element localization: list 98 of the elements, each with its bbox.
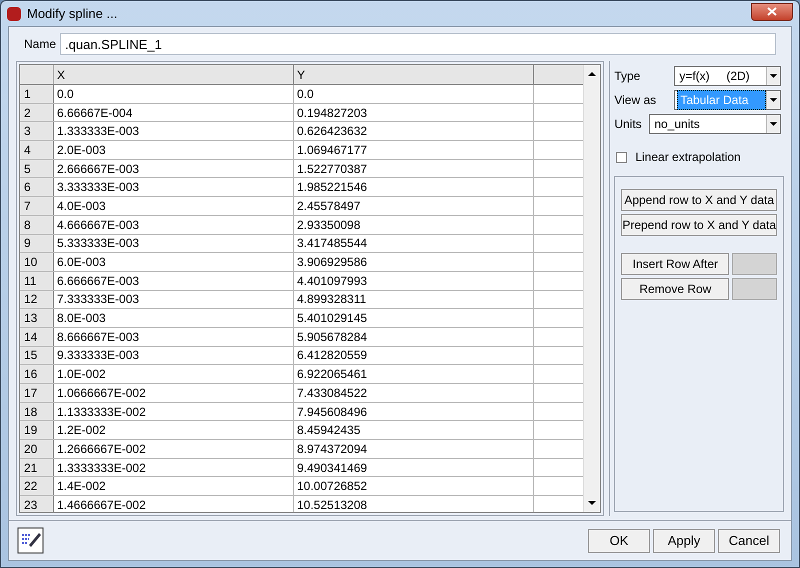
table-cell: 5.333333E-003	[54, 234, 294, 252]
row-number: 6	[20, 178, 54, 196]
caret-icon[interactable]	[766, 91, 780, 109]
table-cell: 6.66667E-004	[54, 104, 294, 122]
action-button[interactable]: Cancel	[718, 528, 780, 552]
table-cell: 7.333333E-003	[54, 290, 294, 308]
caret-icon[interactable]	[766, 115, 780, 133]
action-button[interactable]: Insert Row After	[621, 253, 730, 275]
row-number: 19	[20, 421, 54, 440]
table-cell: 1.4666667E-002	[54, 496, 294, 512]
action-button[interactable]: Append row to X and Y data	[621, 189, 777, 211]
table-cell: 2.0E-003	[54, 141, 294, 159]
row-number: 18	[20, 402, 54, 420]
row-number: 23	[20, 496, 54, 512]
dropdown[interactable]: no_units	[649, 114, 781, 134]
caret-icon[interactable]	[766, 67, 780, 85]
action-button[interactable]: Apply	[653, 528, 715, 552]
table-cell: 4.899328311	[294, 290, 534, 308]
table-cell: 8.0E-003	[54, 309, 294, 327]
checkbox[interactable]	[616, 152, 628, 162]
action-button[interactable]: OK	[588, 528, 650, 552]
field-label: Units	[614, 116, 643, 133]
table-cell: 4.666667E-003	[54, 216, 294, 234]
table-cell: 1.522770387	[294, 160, 534, 178]
table-cell: 7.433084522	[294, 384, 534, 402]
table-cell: 6.922065461	[294, 365, 534, 383]
table-cell: 1.0666667E-002	[54, 384, 294, 402]
edit-notes-icon[interactable]	[17, 527, 44, 554]
table-cell: 7.945608496	[294, 402, 534, 420]
window-title: Modify spline ...	[27, 4, 118, 23]
table-cell: 2.93350098	[294, 216, 534, 234]
input-field[interactable]	[732, 253, 777, 275]
column-header[interactable]: X	[54, 65, 294, 84]
row-number: 4	[20, 141, 54, 159]
row-number: 10	[20, 253, 54, 271]
table-cell: 1.2E-002	[54, 421, 294, 440]
dropdown[interactable]: y=f(x) (2D)	[674, 66, 781, 86]
name-field[interactable]: .quan.SPLINE_1	[60, 33, 776, 55]
table-cell: 1.3333333E-002	[54, 458, 294, 476]
row-number: 20	[20, 440, 54, 458]
row-number: 17	[20, 384, 54, 402]
action-button[interactable]: Remove Row	[621, 278, 730, 300]
table-cell: 2.666667E-003	[54, 160, 294, 178]
row-number: 9	[20, 234, 54, 252]
table-cell: 1.2666667E-002	[54, 440, 294, 458]
table-cell: 2.45578497	[294, 197, 534, 215]
close-button[interactable]	[751, 2, 793, 20]
row-number: 2	[20, 104, 54, 122]
name-label: Name	[24, 36, 56, 53]
checkbox-label: Linear extrapolation	[635, 149, 741, 166]
row-number: 7	[20, 197, 54, 215]
row-number: 12	[20, 290, 54, 308]
table-cell: 0.0	[294, 85, 534, 103]
table-cell: 10.00726852	[294, 477, 534, 496]
action-button[interactable]: Prepend row to X and Y data	[621, 214, 777, 236]
column-header[interactable]: Y	[294, 65, 534, 84]
table-cell: 1.1333333E-002	[54, 402, 294, 420]
table-cell: 1.0E-002	[54, 365, 294, 383]
table-cell: 8.45942435	[294, 421, 534, 440]
scrollbar[interactable]	[583, 65, 600, 512]
table-cell: 8.974372094	[294, 440, 534, 458]
table-cell: 3.417485544	[294, 234, 534, 252]
app-icon	[7, 6, 21, 20]
row-number: 8	[20, 216, 54, 234]
row-number: 14	[20, 328, 54, 346]
table-cell: 0.194827203	[294, 104, 534, 122]
table-cell: 8.666667E-003	[54, 328, 294, 346]
table-cell: 5.401029145	[294, 309, 534, 327]
table-cell: 6.412820559	[294, 346, 534, 364]
close-icon	[767, 7, 777, 16]
row-number: 5	[20, 160, 54, 178]
table-cell: 9.490341469	[294, 458, 534, 476]
table-cell: 1.985221546	[294, 178, 534, 196]
table-cell: 1.4E-002	[54, 477, 294, 496]
table-cell: 9.333333E-003	[54, 346, 294, 364]
table-cell: 6.0E-003	[54, 253, 294, 271]
table-cell: 6.666667E-003	[54, 272, 294, 290]
table-cell: 10.52513208	[294, 496, 534, 512]
row-number: 21	[20, 458, 54, 476]
table-cell: 4.401097993	[294, 272, 534, 290]
table-cell: 1.333333E-003	[54, 122, 294, 140]
row-number: 15	[20, 346, 54, 364]
table-cell: 3.333333E-003	[54, 178, 294, 196]
field-label: Type	[614, 68, 642, 85]
input-field[interactable]	[732, 278, 777, 300]
table-cell: 5.905678284	[294, 328, 534, 346]
table-cell: 0.0	[54, 85, 294, 103]
row-number: 1	[20, 85, 54, 103]
field-label: View as	[614, 92, 658, 109]
row-number: 16	[20, 365, 54, 383]
table-cell: 4.0E-003	[54, 197, 294, 215]
row-number: 11	[20, 272, 54, 290]
table-cell: 3.906929586	[294, 253, 534, 271]
row-number: 13	[20, 309, 54, 327]
row-number: 22	[20, 477, 54, 496]
row-number: 3	[20, 122, 54, 140]
table-cell: 1.069467177	[294, 141, 534, 159]
table-cell: 0.626423632	[294, 122, 534, 140]
